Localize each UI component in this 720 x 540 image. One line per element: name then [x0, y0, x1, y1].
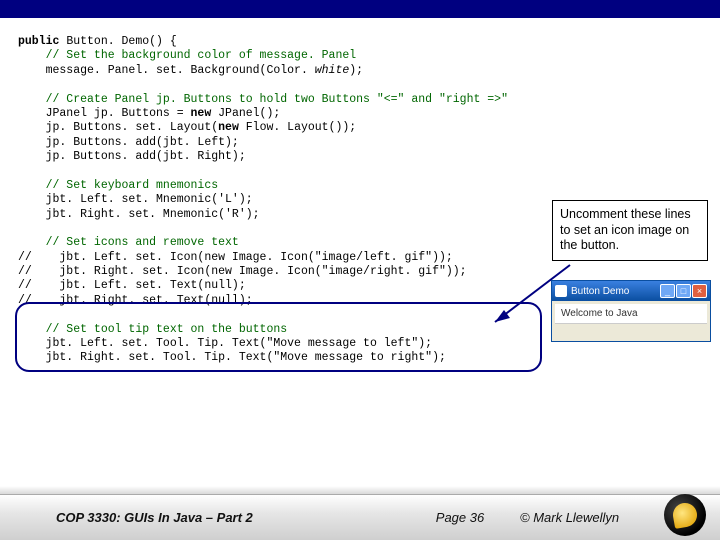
ucf-logo	[664, 494, 706, 536]
blank	[18, 222, 25, 235]
keyword-new: new	[191, 107, 212, 120]
blank	[18, 308, 25, 321]
comment: // Create Panel jp. Buttons to hold two …	[18, 93, 508, 106]
java-icon	[555, 285, 567, 297]
callout-annotation: Uncomment these lines to set an icon ima…	[552, 200, 708, 261]
code-line: // jbt. Right. set. Icon(new Image. Icon…	[18, 265, 467, 278]
code-line: JPanel jp. Buttons =	[18, 107, 191, 120]
page-number: Page 36	[400, 510, 520, 525]
course-title: COP 3330: GUIs In Java – Part 2	[0, 510, 400, 525]
code-line: // jbt. Left. set. Icon(new Image. Icon(…	[18, 251, 453, 264]
code-line: message. Panel. set. Background(Color.	[18, 64, 315, 77]
window-controls: _ □ ×	[660, 284, 707, 298]
comment: // Set icons and remove text	[18, 236, 239, 249]
comment: // Set tool tip text on the buttons	[18, 323, 287, 336]
code-line: );	[349, 64, 363, 77]
comment: // Set the background color of message. …	[18, 49, 356, 62]
code-line: jbt. Right. set. Mnemonic('R');	[18, 208, 260, 221]
demo-window: Button Demo _ □ × Welcome to Java	[551, 280, 711, 342]
pegasus-icon	[671, 501, 699, 529]
code-line: Button. Demo() {	[59, 35, 176, 48]
code-line: jbt. Left. set. Tool. Tip. Text("Move me…	[18, 337, 432, 350]
code-line: // jbt. Right. set. Text(null);	[18, 294, 253, 307]
code-line: jp. Buttons. add(jbt. Right);	[18, 150, 246, 163]
code-line: jbt. Left. set. Mnemonic('L');	[18, 193, 253, 206]
code-line: // jbt. Left. set. Text(null);	[18, 279, 246, 292]
footer-shadow	[0, 486, 720, 494]
code-block: public Button. Demo() { // Set the backg…	[18, 35, 508, 366]
blank	[18, 164, 25, 177]
demo-content: Welcome to Java	[555, 304, 707, 324]
footer: COP 3330: GUIs In Java – Part 2 Page 36 …	[0, 494, 720, 540]
code-line: jp. Buttons. add(jbt. Left);	[18, 136, 239, 149]
callout-text: Uncomment these lines to set an icon ima…	[560, 207, 691, 252]
blank	[18, 78, 25, 91]
keyword-public: public	[18, 35, 59, 48]
demo-title: Button Demo	[571, 286, 660, 297]
comment: // Set keyboard mnemonics	[18, 179, 218, 192]
code-line: JPanel();	[211, 107, 280, 120]
minimize-button[interactable]: _	[660, 284, 675, 298]
close-button[interactable]: ×	[692, 284, 707, 298]
code-line: jbt. Right. set. Tool. Tip. Text("Move m…	[18, 351, 446, 364]
top-accent-bar	[0, 0, 720, 18]
code-line: Flow. Layout());	[239, 121, 356, 134]
code-line: jp. Buttons. set. Layout(	[18, 121, 218, 134]
demo-titlebar: Button Demo _ □ ×	[552, 281, 710, 301]
italic: white	[315, 64, 350, 77]
keyword-new: new	[218, 121, 239, 134]
maximize-button[interactable]: □	[676, 284, 691, 298]
